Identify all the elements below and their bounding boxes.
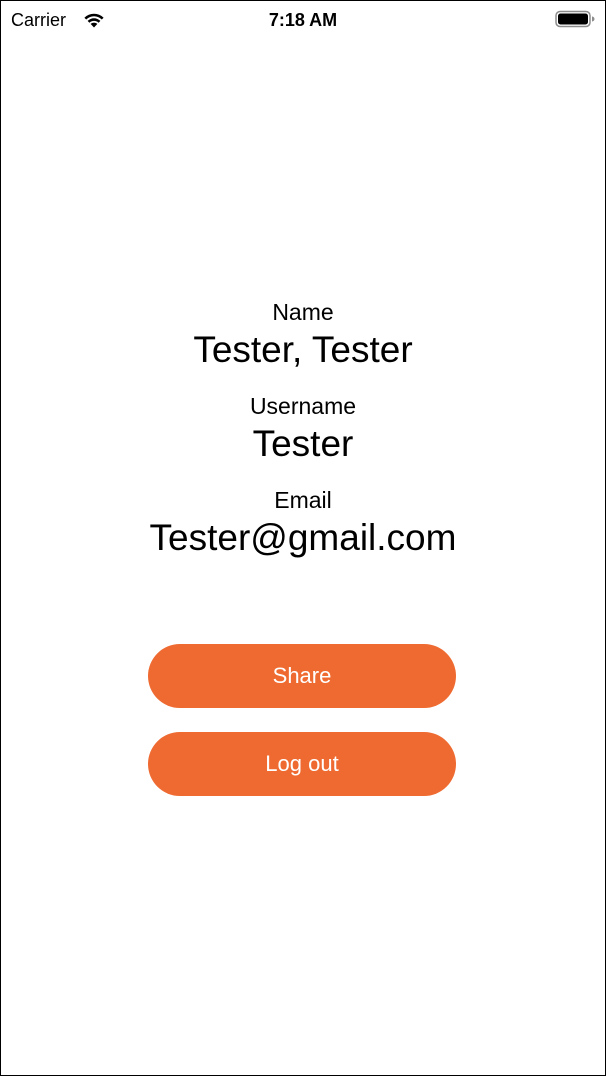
share-button[interactable]: Share [148, 644, 456, 708]
username-label: Username [249, 393, 357, 419]
name-value: Tester, Tester [193, 329, 413, 370]
username-value: Tester [252, 423, 354, 464]
status-bar: Carrier 7:18 AM [1, 1, 605, 39]
battery-icon [555, 10, 595, 28]
profile-details: Name Tester, Tester Username Tester Emai… [1, 297, 605, 561]
logout-button[interactable]: Log out [148, 732, 456, 796]
status-time: 7:18 AM [268, 10, 338, 30]
email-label: Email [274, 487, 332, 513]
email-value: Tester@gmail.com [149, 517, 457, 558]
name-label: Name [272, 299, 334, 325]
profile-screen: Carrier 7:18 AM Name Tester, Tester User… [0, 0, 606, 1076]
